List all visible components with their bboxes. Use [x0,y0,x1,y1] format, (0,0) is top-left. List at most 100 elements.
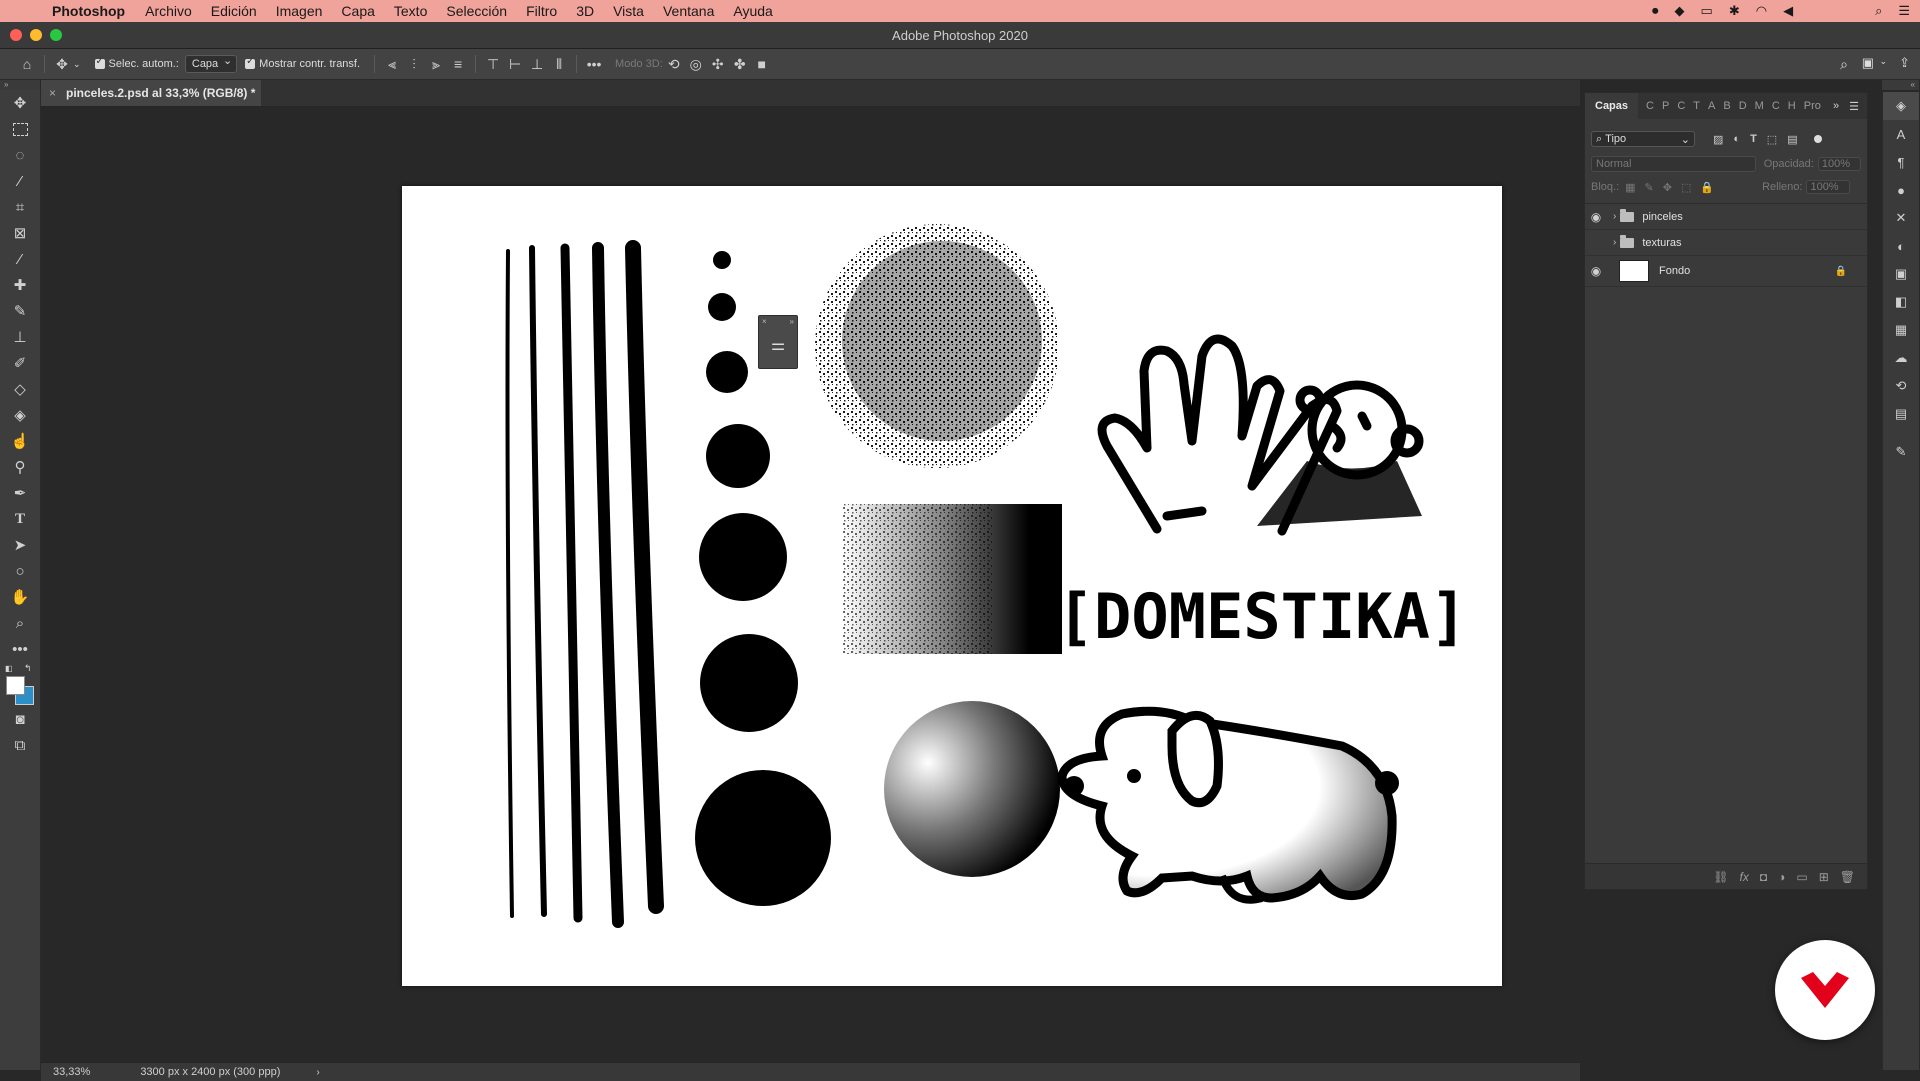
layer-row-fondo[interactable]: ◉ Fondo 🔒 [1585,256,1867,287]
frame-tool[interactable]: ⊠ [0,220,40,246]
align-top-icon[interactable]: ⊤ [482,56,504,73]
menu-ayuda[interactable]: Ayuda [733,3,772,19]
lock-pixels-icon[interactable]: ✎ [1645,181,1654,194]
filter-toggle-icon[interactable] [1813,135,1822,143]
magic-wand-tool[interactable]: ⁄ [0,168,40,194]
status-menu-chevron-icon[interactable]: › [316,1067,319,1078]
filter-smart-object-icon[interactable]: ▤ [1787,133,1797,146]
align-vcenter-icon[interactable]: ⊢ [504,56,526,73]
scale-3d-icon[interactable]: ■ [751,56,773,72]
history-brush-tool[interactable]: ✐ [0,350,40,376]
share-icon[interactable]: ⇪ [1899,55,1910,71]
wifi-icon[interactable]: ◠ [1756,3,1767,19]
menu-vista[interactable]: Vista [613,3,644,19]
panel-menu-icon[interactable]: ☰ [1849,100,1859,113]
paragraph-dock-icon[interactable]: ¶ [1883,148,1919,176]
history-dock-icon[interactable]: ⟲ [1883,372,1919,400]
close-window-button[interactable] [10,29,22,41]
new-group-icon[interactable]: ▭ [1796,870,1807,884]
document-tab[interactable]: × pinceles.2.psd al 33,3% (RGB/8) * [41,80,261,106]
tab-color[interactable]: C [1677,100,1685,112]
adjustments-dock-icon[interactable]: ◐ [1883,232,1919,260]
search-icon[interactable]: ⌕ [1840,56,1848,73]
show-transform-checkbox[interactable] [245,56,256,69]
lasso-tool[interactable]: ◌ [0,142,40,168]
distribute-horizontal-icon[interactable]: ≡ [447,56,469,72]
align-left-icon[interactable]: ⫷ [381,56,403,73]
dodge-tool[interactable]: ⚲ [0,454,40,480]
menu-capa[interactable]: Capa [341,3,374,19]
expand-icon[interactable]: » [790,317,794,326]
pen-tool[interactable]: ✒ [0,480,40,506]
bluetooth-icon[interactable]: ✱ [1729,3,1740,19]
edit-toolbar-button[interactable]: ••• [0,636,40,662]
color-dock-icon[interactable]: ● [1883,176,1919,204]
marquee-tool[interactable] [0,116,40,142]
layer-row-texturas[interactable]: › texturas [1585,230,1867,256]
tab-properties[interactable]: Pro [1804,100,1821,112]
link-layers-icon[interactable]: ⛓ [1713,870,1728,884]
eye-icon[interactable]: ◉ [1585,210,1607,224]
screen-mode-button[interactable]: ⧉ [0,732,40,758]
dock-collapse-strip[interactable]: « [1882,80,1919,90]
zoom-window-button[interactable] [50,29,62,41]
slide-3d-icon[interactable]: ✤ [729,56,751,73]
align-bottom-icon[interactable]: ⊥ [526,56,548,73]
spotlight-icon[interactable]: ⌕ [1875,3,1882,19]
lock-all-icon[interactable]: 🔒 [1700,181,1714,194]
layer-row-pinceles[interactable]: ◉ › pinceles [1585,204,1867,230]
move-tool[interactable]: ✥ [0,90,40,116]
lock-artboard-icon[interactable]: ⬚ [1681,181,1691,194]
tab-history[interactable]: H [1788,100,1796,112]
paths-dock-icon[interactable]: ✕ [1883,204,1919,232]
lock-position-icon[interactable]: ✥ [1663,181,1672,194]
tab-type[interactable]: T [1693,100,1700,112]
orbit-3d-icon[interactable]: ⟲ [663,56,685,73]
record-icon[interactable]: ⏺ [1652,3,1659,19]
swatches-dock-icon[interactable]: ▦ [1883,316,1919,344]
volume-icon[interactable]: ◀ [1783,3,1793,19]
filter-adjustment-icon[interactable]: ◐ [1733,133,1740,145]
tab-c2[interactable]: C [1772,100,1780,112]
minimize-window-button[interactable] [30,29,42,41]
libraries-dock-icon[interactable]: ▣ [1883,260,1919,288]
type-tool[interactable]: T [0,506,40,532]
tab-paths[interactable]: P [1662,100,1669,112]
brush-settings-dock-icon[interactable]: ✎ [1883,438,1919,466]
chevron-right-icon[interactable]: › [1613,211,1616,222]
menu-app-name[interactable]: Photoshop [52,3,125,19]
close-tab-icon[interactable]: × [49,86,56,100]
menu-archivo[interactable]: Archivo [145,3,192,19]
auto-select-checkbox[interactable] [94,56,105,69]
menu-ventana[interactable]: Ventana [663,3,714,19]
toolbar-collapse-strip[interactable]: » [0,80,40,90]
zoom-level[interactable]: 33,33% [53,1066,90,1078]
smudge-tool[interactable]: ☝ [0,428,40,454]
chevron-down-icon[interactable]: ⌄ [73,59,81,70]
swap-colors-icon[interactable]: ↰ [24,663,32,674]
menu-edicion[interactable]: Edición [211,3,257,19]
tab-brushes[interactable]: B [1723,100,1730,112]
default-colors-icon[interactable]: ◧ [5,664,13,673]
actions-dock-icon[interactable]: ▤ [1883,400,1919,428]
foreground-color-swatch[interactable] [6,676,25,695]
new-layer-icon[interactable]: ⊞ [1819,870,1829,884]
floating-properties-palette[interactable]: ×» ⚌ [758,315,798,369]
menu-3d[interactable]: 3D [576,3,594,19]
align-right-icon[interactable]: ⫸ [425,56,447,73]
tab-capas[interactable]: Capas [1585,93,1639,119]
gradients-dock-icon[interactable]: ◧ [1883,288,1919,316]
tab-channels[interactable]: C [1646,100,1654,112]
menu-texto[interactable]: Texto [394,3,427,19]
adjustment-layer-icon[interactable]: ◑ [1778,870,1785,884]
notification-center-icon[interactable]: ☰ [1898,3,1910,19]
close-icon[interactable]: × [762,317,767,326]
hand-tool[interactable]: ✋ [0,584,40,610]
chevron-right-icon[interactable]: › [1613,237,1616,248]
tab-adjust[interactable]: A [1708,100,1715,112]
roll-3d-icon[interactable]: ◎ [685,56,707,73]
shapes-dock-icon[interactable]: ☁ [1883,344,1919,372]
brush-tool[interactable]: ✎ [0,298,40,324]
document-canvas[interactable]: [DOMESTIKA] [402,186,1502,986]
eye-icon[interactable]: ◉ [1585,264,1607,278]
